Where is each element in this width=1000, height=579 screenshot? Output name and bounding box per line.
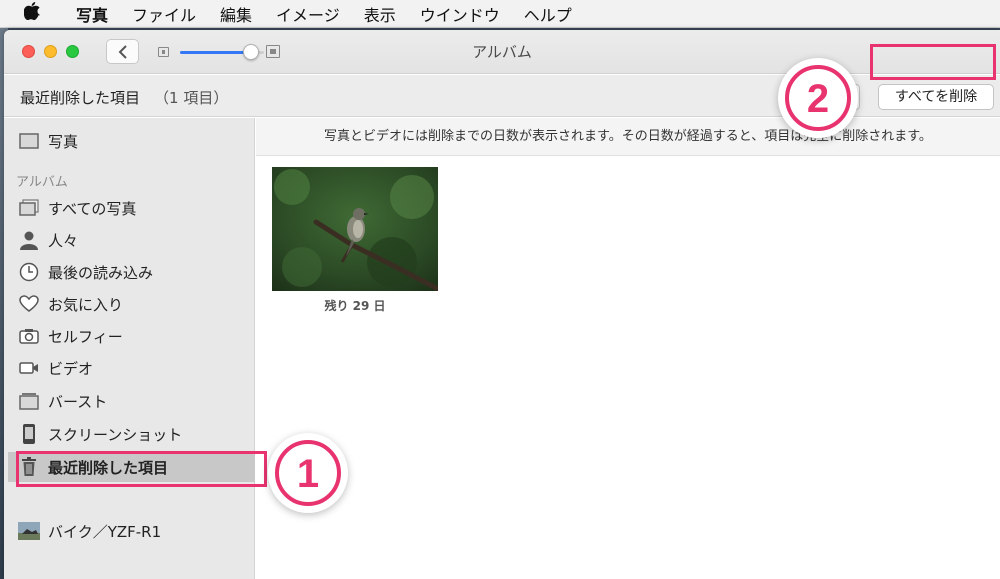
chevron-left-icon bbox=[118, 44, 127, 59]
days-remaining-caption: 残り 29 日 bbox=[324, 299, 386, 313]
sidebar-item-label: すべての写真 bbox=[48, 199, 137, 218]
delete-all-button[interactable]: すべてを削除 bbox=[878, 84, 994, 110]
sidebar-item-all-photos[interactable]: すべての写真 bbox=[18, 193, 255, 223]
sidebar-item-bursts[interactable]: バースト bbox=[18, 386, 255, 416]
menu-file[interactable]: ファイル bbox=[120, 2, 208, 26]
sidebar-item-photos[interactable]: 写真 bbox=[18, 126, 255, 156]
album-thumbnail-icon bbox=[18, 520, 40, 542]
menu-bar: 写真 ファイル 編集 イメージ 表示 ウインドウ ヘルプ bbox=[0, 0, 1000, 28]
step-1-number: 1 bbox=[297, 452, 319, 496]
menu-photos[interactable]: 写真 bbox=[64, 2, 120, 26]
step-2-badge: 2 bbox=[778, 58, 858, 138]
camera-icon bbox=[18, 325, 40, 347]
clock-icon bbox=[18, 261, 40, 283]
sidebar-item-album-bike[interactable]: バイク／YZF-R1 bbox=[18, 516, 255, 546]
photos-icon bbox=[18, 130, 40, 152]
sidebar-item-screenshots[interactable]: スクリーンショット bbox=[18, 419, 255, 449]
sidebar-item-label: セルフィー bbox=[48, 327, 123, 346]
sidebar-item-people[interactable]: 人々 bbox=[18, 225, 255, 255]
menu-help[interactable]: ヘルプ bbox=[512, 2, 584, 26]
minimize-window-button[interactable] bbox=[44, 45, 57, 58]
delete-all-highlight bbox=[870, 44, 996, 80]
heart-icon bbox=[18, 293, 40, 315]
zoom-slider-fill bbox=[180, 51, 252, 54]
menu-window[interactable]: ウインドウ bbox=[408, 2, 512, 26]
apple-menu-icon[interactable] bbox=[23, 2, 50, 25]
person-icon bbox=[18, 229, 40, 251]
album-title-text: 最近削除した項目 bbox=[20, 89, 141, 107]
close-window-button[interactable] bbox=[22, 45, 35, 58]
album-title: 最近削除した項目 （1 項目） bbox=[20, 87, 228, 108]
bird-photo-image bbox=[272, 167, 438, 291]
item-count: （1 項目） bbox=[154, 89, 229, 107]
video-icon bbox=[18, 357, 40, 379]
recently-deleted-highlight bbox=[16, 451, 267, 487]
burst-icon bbox=[18, 390, 40, 412]
step-2-number: 2 bbox=[807, 77, 829, 121]
sidebar-item-selfies[interactable]: セルフィー bbox=[18, 321, 255, 351]
sidebar-item-label: スクリーンショット bbox=[48, 425, 183, 444]
sidebar-item-label: ビデオ bbox=[48, 359, 94, 378]
sidebar-item-label: 人々 bbox=[48, 231, 79, 250]
sidebar-item-favorites[interactable]: お気に入り bbox=[18, 289, 255, 319]
small-thumbnail-icon bbox=[158, 47, 169, 57]
sidebar: 写真 アルバム すべての写真 人々 最後の読み込み お気に入り セルフィー ビデ… bbox=[4, 118, 255, 579]
sidebar-item-last-import[interactable]: 最後の読み込み bbox=[18, 257, 255, 287]
back-button[interactable] bbox=[106, 39, 139, 64]
phone-icon bbox=[18, 423, 40, 445]
sidebar-item-videos[interactable]: ビデオ bbox=[18, 353, 255, 383]
sidebar-item-label: バースト bbox=[48, 392, 108, 411]
sidebar-item-label: お気に入り bbox=[48, 295, 124, 314]
menu-edit[interactable]: 編集 bbox=[208, 2, 264, 26]
sidebar-item-label: 写真 bbox=[48, 132, 79, 151]
album-section-header: アルバム bbox=[16, 175, 68, 190]
fullscreen-window-button[interactable] bbox=[66, 45, 79, 58]
menu-view[interactable]: 表示 bbox=[352, 2, 408, 26]
menu-image[interactable]: イメージ bbox=[264, 2, 352, 26]
step-1-badge: 1 bbox=[268, 433, 348, 513]
all-photos-icon bbox=[18, 197, 40, 219]
deletion-info-text: 写真とビデオには削除までの日数が表示されます。その日数が経過すると、項目は完全に… bbox=[256, 118, 1000, 156]
sidebar-item-label: 最後の読み込み bbox=[48, 263, 154, 282]
sidebar-item-label: バイク／YZF-R1 bbox=[48, 522, 162, 541]
photo-thumbnail[interactable] bbox=[272, 167, 438, 291]
large-thumbnail-icon bbox=[266, 45, 280, 58]
